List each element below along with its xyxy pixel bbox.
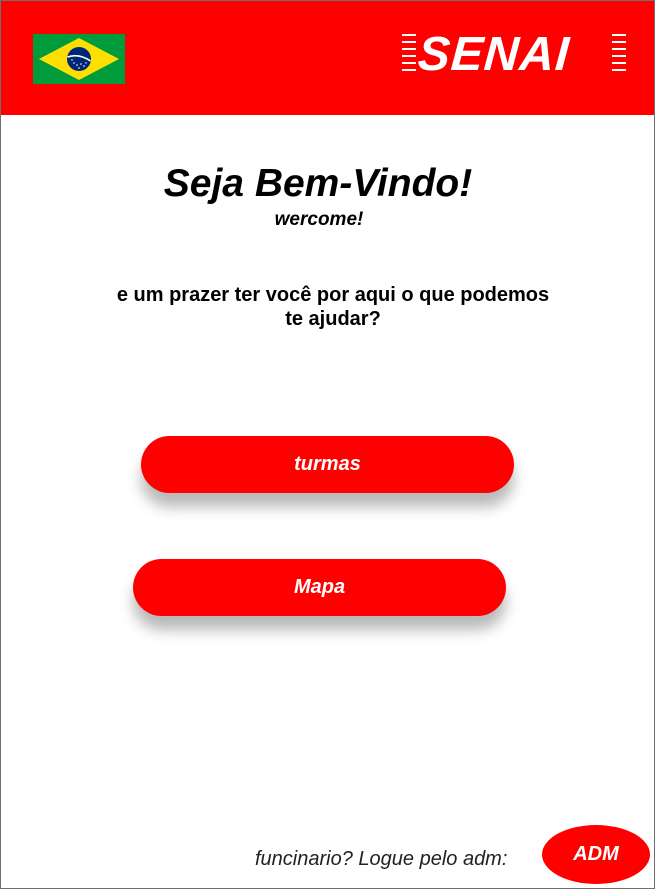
logo-left-stripes [402, 34, 416, 80]
turmas-button[interactable]: turmas [141, 436, 514, 493]
adm-button[interactable]: ADM [542, 825, 650, 884]
page-frame: SENAI Seja Bem-Vindo! wercome! e um praz… [0, 0, 655, 889]
top-header: SENAI [1, 1, 654, 115]
page-title: Seja Bem-Vindo! [163, 162, 473, 205]
logo-right-stripes [612, 34, 626, 80]
mapa-button[interactable]: Mapa [133, 559, 506, 616]
intro-line-1: e um prazer ter você por aqui o que pode… [116, 284, 550, 306]
intro-line-2: te ajudar? [285, 308, 381, 330]
page-subtitle: wercome! [274, 209, 364, 230]
logo-text: SENAI [416, 28, 572, 81]
intro-text: e um prazer ter você por aqui o que pode… [103, 283, 563, 331]
brazil-flag-icon [33, 34, 125, 84]
admin-login-prompt: funcinario? Logue pelo adm: [255, 848, 508, 870]
senai-logo: SENAI [402, 28, 626, 81]
